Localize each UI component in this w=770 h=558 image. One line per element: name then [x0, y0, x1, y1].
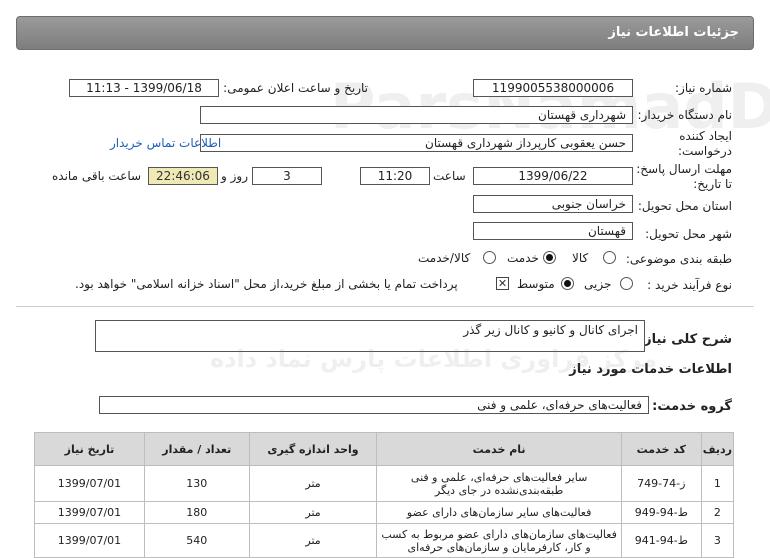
- cell-service-name: سایر فعالیت‌های حرفه‌ای، علمی و فنی طبقه…: [376, 465, 622, 502]
- service-group-label: گروه خدمت:: [652, 399, 732, 414]
- table-header-row: ردیف کد خدمت نام خدمت واحد اندازه گیری ت…: [34, 432, 735, 466]
- process-option-minor: جزیی: [584, 277, 612, 291]
- cell-service-code: ط-94-949: [620, 501, 702, 524]
- deadline-label-line2: تا تاریخ:: [693, 177, 732, 191]
- category-radio-service[interactable]: [543, 251, 556, 264]
- process-radio-minor[interactable]: [620, 277, 633, 290]
- treasury-checkbox[interactable]: ✕: [496, 277, 509, 290]
- cell-unit: متر: [248, 523, 378, 558]
- cell-unit: متر: [248, 501, 378, 524]
- col-unit: واحد اندازه گیری: [248, 432, 378, 466]
- cell-need-date: 1399/07/01: [34, 523, 145, 558]
- deadline-time-label: ساعت: [433, 169, 466, 183]
- category-option-goods-service: کالا/خدمت: [418, 251, 471, 265]
- province-value: خراسان جنوبی: [473, 195, 633, 213]
- deadline-label-line1: مهلت ارسال پاسخ:: [636, 162, 732, 176]
- cell-need-date: 1399/07/01: [34, 501, 145, 524]
- col-service-code: کد خدمت: [620, 432, 702, 466]
- deadline-days: 3: [252, 167, 322, 185]
- deadline-days-label: روز و: [221, 169, 248, 183]
- city-label: شهر محل تحویل:: [645, 227, 732, 241]
- need-number-label: شماره نیاز:: [675, 81, 732, 95]
- need-number-value: 1199005538000006: [473, 79, 633, 97]
- deadline-time: 11:20: [360, 167, 430, 185]
- cell-need-date: 1399/07/01: [34, 465, 145, 502]
- watermark-text: مرکز فراوری اطلاعات پارس نماد داده: [210, 345, 658, 373]
- creator-value: حسن یعقوبی کارپرداز شهرداری قهستان: [200, 134, 633, 152]
- table-row: 3 ط-94-941 فعالیت‌های سازمان‌های دارای ع…: [34, 523, 735, 558]
- cell-service-code: ز-74-749: [620, 465, 702, 502]
- deadline-date: 1399/06/22: [473, 167, 633, 185]
- cell-service-code: ط-94-941: [620, 523, 702, 558]
- col-service-name: نام خدمت: [376, 432, 622, 466]
- buyer-contact-link[interactable]: اطلاعات تماس خریدار: [110, 136, 221, 150]
- process-label: نوع فرآیند خرید :: [647, 278, 732, 292]
- cell-row-number: 1: [700, 465, 735, 502]
- remaining-time: 22:46:06: [148, 167, 218, 185]
- process-option-medium: متوسط: [517, 277, 555, 291]
- category-radio-goods-service[interactable]: [483, 251, 496, 264]
- city-value: قهستان: [473, 222, 633, 240]
- remaining-label: ساعت باقی مانده: [52, 169, 142, 183]
- cell-unit: متر: [248, 465, 378, 502]
- page-header: جزئیات اطلاعات نیاز: [16, 16, 754, 50]
- creator-label-line2: درخواست:: [678, 144, 732, 158]
- col-need-date: تاریخ نیاز: [34, 432, 145, 466]
- divider: [16, 306, 754, 307]
- category-label: طبقه بندی موضوعی:: [625, 252, 732, 266]
- buyer-label: نام دستگاه خریدار:: [637, 108, 733, 122]
- category-option-service: خدمت: [507, 251, 539, 265]
- col-row-number: ردیف: [700, 432, 735, 466]
- announce-label: تاریخ و ساعت اعلان عمومی:: [223, 81, 368, 95]
- cell-quantity: 540: [143, 523, 250, 558]
- cell-row-number: 3: [700, 523, 735, 558]
- category-option-goods: کالا: [572, 251, 589, 265]
- table-row: 1 ز-74-749 سایر فعالیت‌های حرفه‌ای، علمی…: [34, 465, 735, 502]
- cell-row-number: 2: [700, 501, 735, 524]
- announce-value: 1399/06/18 - 11:13: [69, 79, 219, 97]
- creator-label-line1: ایجاد کننده: [679, 129, 732, 143]
- col-quantity: تعداد / مقدار: [143, 432, 250, 466]
- buyer-value: شهرداری قهستان: [200, 106, 633, 124]
- cell-service-name: فعالیت‌های سازمان‌های دارای عضو مربوط به…: [376, 523, 622, 558]
- payment-note: پرداخت تمام یا بخشی از مبلغ خرید،از محل …: [75, 277, 458, 291]
- category-radio-goods[interactable]: [603, 251, 616, 264]
- province-label: استان محل تحویل:: [637, 199, 732, 213]
- cell-service-name: فعالیت‌های سایر سازمان‌های دارای عضو: [376, 501, 622, 524]
- process-radio-medium[interactable]: [561, 277, 574, 290]
- table-row: 2 ط-94-949 فعالیت‌های سایر سازمان‌های دا…: [34, 501, 735, 524]
- cell-quantity: 180: [143, 501, 250, 524]
- page-title: جزئیات اطلاعات نیاز: [608, 25, 739, 40]
- service-group-value: فعالیت‌های حرفه‌ای، علمی و فنی: [99, 396, 649, 414]
- services-table: ردیف کد خدمت نام خدمت واحد اندازه گیری ت…: [34, 432, 735, 558]
- cell-quantity: 130: [143, 465, 250, 502]
